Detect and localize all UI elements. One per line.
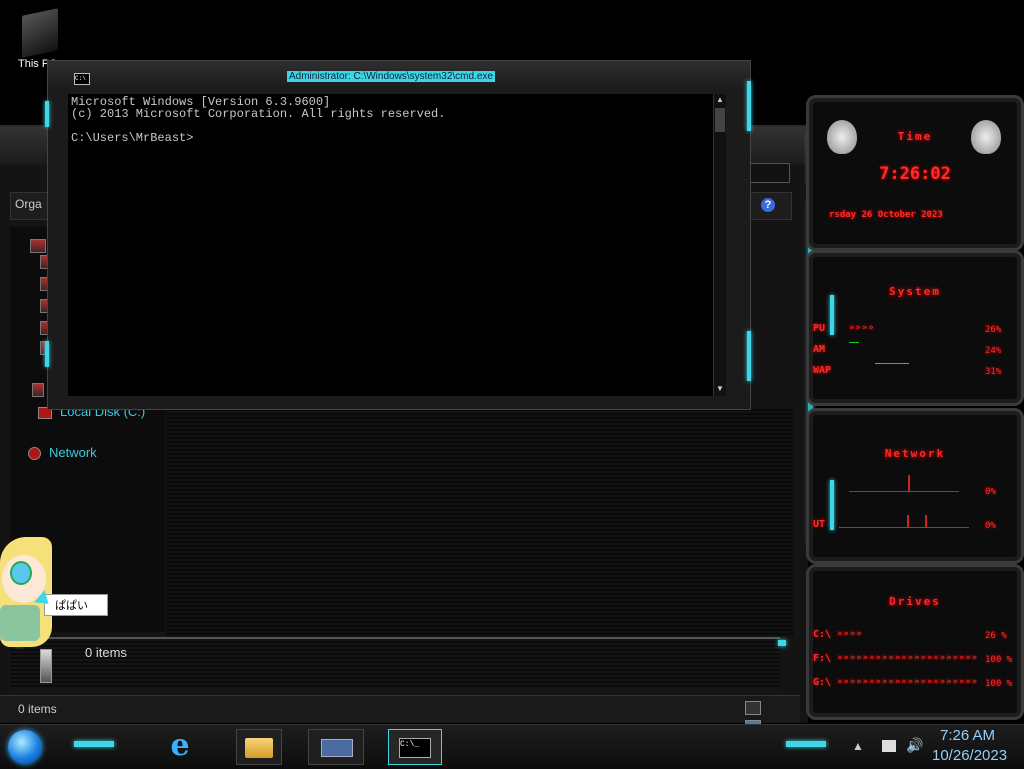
- drive-c-value: 26 %: [985, 631, 1007, 641]
- taskbar-clock-date[interactable]: 10/26/2023: [932, 747, 1007, 764]
- nav-pc-icon[interactable]: [30, 239, 46, 253]
- swap-label: WAP: [813, 365, 832, 376]
- help-icon[interactable]: ?: [761, 198, 775, 212]
- time-gadget-title: Time: [897, 130, 933, 143]
- network-in-spike: [908, 475, 910, 491]
- gadget-date: rsday 26 October 2023: [829, 210, 943, 220]
- view-toggle: [745, 701, 785, 734]
- cmd-window-title: Administrator: C:\Windows\system32\cmd.e…: [287, 71, 495, 82]
- cpu-label: PU: [813, 323, 826, 334]
- network-out-graph: [839, 527, 969, 528]
- cmd-title-bar[interactable]: C:\ Administrator: C:\Windows\system32\c…: [48, 61, 750, 91]
- network-in-graph: [849, 491, 959, 492]
- taskbar: e C:\_ ▲ 🔊 7:26 AM 10/26/2023: [0, 724, 1024, 769]
- drive-f-value: 100 %: [985, 655, 1013, 665]
- drive-g-label: G:\: [813, 677, 832, 688]
- nav-item-label: Network: [49, 445, 97, 460]
- cpu-value: 26%: [985, 325, 1002, 335]
- nav-item-network[interactable]: Network: [28, 445, 97, 461]
- taskbar-accent: [786, 741, 826, 747]
- time-gadget[interactable]: Time 7:26:02 rsday 26 October 2023: [806, 95, 1024, 251]
- scroll-thumb[interactable]: [715, 108, 725, 132]
- drive-f-label: F:\: [813, 653, 832, 664]
- network-gadget[interactable]: Network 0% UT 0%: [806, 408, 1024, 564]
- taskbar-accent: [74, 741, 114, 747]
- gadget-column: Time 7:26:02 rsday 26 October 2023 Syste…: [796, 90, 1024, 722]
- volume-icon[interactable]: 🔊: [906, 737, 923, 754]
- swap-value: 31%: [985, 367, 1002, 377]
- cpu-bar: »»»»: [849, 323, 875, 333]
- console-prompt: C:\Users\MrBeast>: [71, 131, 194, 145]
- ram-label: AM: [813, 344, 826, 355]
- show-hidden-icons-icon[interactable]: ▲: [852, 739, 864, 753]
- cmd-scrollbar[interactable]: ▲ ▼: [713, 94, 726, 396]
- nav-drive-icon[interactable]: [32, 383, 44, 397]
- network-out-label: UT: [813, 519, 826, 530]
- ram-graph: [849, 342, 859, 343]
- scroll-down-icon[interactable]: ▼: [714, 383, 726, 395]
- status-item-count: 0 items: [18, 702, 57, 716]
- frame-accent: [778, 640, 786, 646]
- cmd-icon: C:\_: [399, 738, 431, 758]
- drives-gadget[interactable]: Drives C:\ »»»» 26 % F:\ »»»»»»»»»»»»»»»…: [806, 564, 1024, 720]
- drives-gadget-title: Drives: [889, 595, 941, 608]
- frame-accent: [747, 81, 751, 131]
- cmd-window[interactable]: C:\ Administrator: C:\Windows\system32\c…: [45, 60, 751, 410]
- network-flag-icon[interactable]: [882, 740, 896, 752]
- console-output[interactable]: Microsoft Windows [Version 6.3.9600] (c)…: [68, 94, 725, 396]
- details-item-count: 0 items: [85, 645, 127, 660]
- network-in-value: 0%: [985, 487, 996, 497]
- character-eye: [10, 561, 32, 585]
- ram-value: 24%: [985, 346, 1002, 356]
- desktop-character-sticker: [0, 525, 60, 647]
- network-out-value: 0%: [985, 521, 996, 531]
- organize-button[interactable]: Orga: [15, 197, 42, 211]
- drive-c-label: C:\: [813, 629, 832, 640]
- content-pane[interactable]: [166, 407, 794, 637]
- network-icon: [28, 447, 41, 461]
- status-bar: 0 items: [0, 695, 800, 734]
- app-taskbar-button[interactable]: [308, 729, 364, 765]
- internet-explorer-icon[interactable]: e: [165, 729, 195, 763]
- gadget-accent: [830, 295, 834, 335]
- drive-f-bar: »»»»»»»»»»»»»»»»»»»»»»»»: [837, 653, 977, 663]
- taskbar-clock-time[interactable]: 7:26 AM: [940, 727, 995, 744]
- frame-accent: [45, 101, 49, 127]
- system-gadget-title: System: [889, 285, 941, 298]
- system-gadget[interactable]: System PU »»»» 26% AM 24% WAP 31%: [806, 250, 1024, 406]
- frame-accent: [45, 341, 49, 367]
- drive-icon: [40, 649, 52, 683]
- gadget-clock: 7:26:02: [879, 164, 951, 184]
- scroll-up-icon[interactable]: ▲: [714, 94, 726, 106]
- network-out-spike: [907, 515, 927, 527]
- file-explorer-icon: [245, 738, 273, 758]
- this-pc-icon: [22, 8, 58, 58]
- drive-g-value: 100 %: [985, 679, 1013, 689]
- details-view-icon[interactable]: [745, 701, 761, 715]
- character-dress: [0, 605, 40, 641]
- console-line: (c) 2013 Microsoft Corporation. All righ…: [71, 107, 446, 121]
- details-pane: 0 items: [10, 637, 780, 689]
- drive-c-bar: »»»»: [837, 629, 863, 639]
- file-explorer-taskbar-button[interactable]: [236, 729, 282, 765]
- swap-graph: [875, 363, 909, 364]
- start-orb-icon[interactable]: [8, 730, 42, 764]
- gadget-accent: [830, 480, 834, 530]
- network-gadget-title: Network: [884, 447, 946, 460]
- cmd-icon: C:\: [74, 73, 90, 85]
- cmd-taskbar-button[interactable]: C:\_: [388, 729, 442, 765]
- drive-g-bar: »»»»»»»»»»»»»»»»»»»»»»»»: [837, 677, 977, 687]
- frame-accent: [747, 331, 751, 381]
- app-window-icon: [321, 739, 353, 757]
